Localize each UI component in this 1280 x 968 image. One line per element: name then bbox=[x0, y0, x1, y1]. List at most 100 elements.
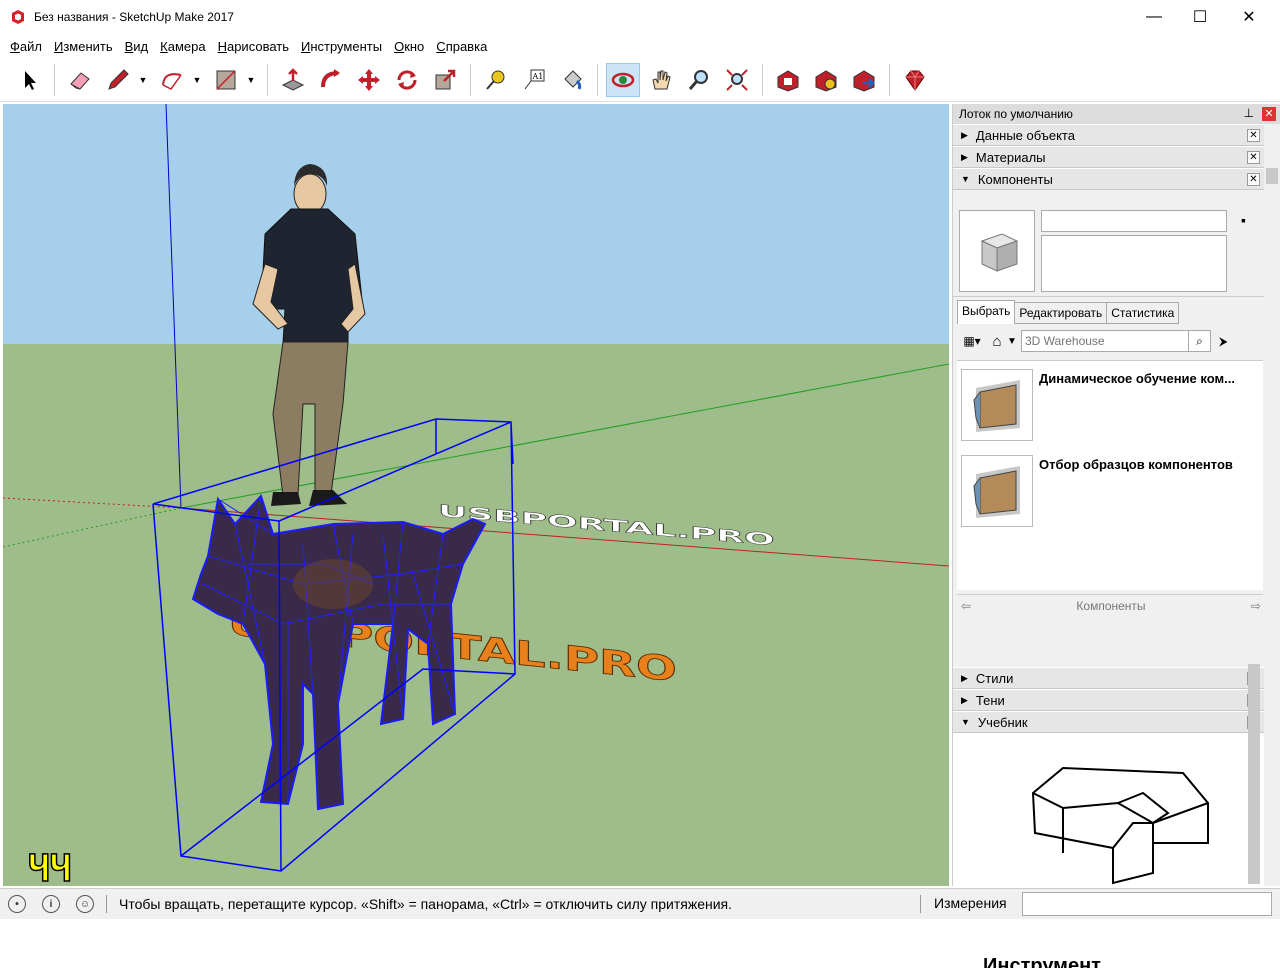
menu-draw[interactable]: Нарисовать bbox=[218, 39, 289, 54]
panel-components[interactable]: ▼ Компоненты ✕ bbox=[953, 168, 1264, 190]
select-icon bbox=[25, 70, 36, 90]
scale-tool-button[interactable] bbox=[428, 63, 462, 97]
toolbar-separator bbox=[267, 63, 268, 96]
components-nav: ⇦ Компоненты ⇨ bbox=[957, 594, 1263, 616]
user-icon[interactable]: ☺ bbox=[76, 895, 94, 913]
share-model-button[interactable] bbox=[847, 63, 881, 97]
pan-icon bbox=[652, 70, 671, 89]
home-icon[interactable]: ⌂ bbox=[987, 333, 1007, 350]
menu-tools[interactable]: Инструменты bbox=[301, 39, 382, 54]
menu-edit[interactable]: Изменить bbox=[54, 39, 113, 54]
list-item-label[interactable]: Динамическое обучение ком... bbox=[1039, 371, 1235, 386]
menu-camera[interactable]: Камера bbox=[160, 39, 205, 54]
list-item[interactable] bbox=[961, 369, 1033, 441]
folder-icon bbox=[973, 380, 1020, 432]
panel-styles[interactable]: ▶ Стили ✕ bbox=[953, 667, 1264, 689]
tab-select[interactable]: Выбрать bbox=[957, 300, 1016, 324]
scene-canvas[interactable]: USBPORTAL.PRO USBPORTAL.PRO ЧЧ bbox=[3, 104, 949, 886]
rotate-tool-button[interactable] bbox=[390, 63, 424, 97]
expanded-arrow-icon: ▼ bbox=[961, 174, 970, 184]
pencil-tool-button[interactable] bbox=[101, 63, 135, 97]
pan-tool-button[interactable] bbox=[644, 63, 678, 97]
pencil-dropdown-arrow[interactable]: ▼ bbox=[137, 63, 149, 97]
panel-instructor[interactable]: ▼ Учебник ✕ bbox=[953, 711, 1264, 733]
status-hint: Чтобы вращать, перетащите курсор. «Shift… bbox=[119, 896, 733, 912]
panel-entity-info[interactable]: ▶ Данные объекта ✕ bbox=[953, 124, 1264, 146]
ruby-console-button[interactable] bbox=[898, 63, 932, 97]
menu-bar: Файл Изменить Вид Камера Нарисовать Инст… bbox=[0, 34, 1280, 58]
search-icon[interactable]: ⌕ bbox=[1189, 330, 1211, 352]
tape-measure-tool-button[interactable] bbox=[479, 63, 513, 97]
scrollbar-thumb[interactable] bbox=[1266, 168, 1278, 184]
forward-arrow-icon[interactable]: ⇨ bbox=[1251, 599, 1263, 613]
rectangle-dropdown-arrow[interactable]: ▼ bbox=[245, 63, 257, 97]
warehouse-button[interactable] bbox=[771, 63, 805, 97]
component-details-icon[interactable]: ▪ bbox=[1241, 212, 1246, 228]
component-name-field[interactable] bbox=[1041, 210, 1227, 232]
panel-close-icon[interactable]: ✕ bbox=[1247, 129, 1260, 142]
tape-measure-icon bbox=[486, 70, 505, 90]
navigation-dropdown-icon[interactable]: ▼ bbox=[1007, 336, 1021, 347]
menu-help[interactable]: Справка bbox=[436, 39, 487, 54]
instructor-scrollbar-thumb[interactable] bbox=[1248, 664, 1260, 884]
menu-file[interactable]: Файл bbox=[10, 39, 42, 54]
paint-bucket-tool-button[interactable] bbox=[555, 63, 589, 97]
close-button[interactable]: ✕ bbox=[1226, 0, 1272, 34]
zoom-extents-tool-button[interactable] bbox=[720, 63, 754, 97]
collapsed-arrow-icon: ▶ bbox=[961, 694, 968, 705]
follow-me-tool-button[interactable] bbox=[314, 63, 348, 97]
pin-icon[interactable]: ⊥ bbox=[1244, 106, 1254, 120]
tab-edit[interactable]: Редактировать bbox=[1015, 302, 1108, 324]
expanded-arrow-icon: ▼ bbox=[961, 717, 970, 727]
pencil-icon bbox=[108, 68, 129, 90]
ruby-icon bbox=[905, 70, 925, 91]
list-item-label[interactable]: Отбор образцов компонентов bbox=[1039, 457, 1233, 472]
orbit-tool-button[interactable] bbox=[606, 62, 640, 97]
tray-scrollbar[interactable] bbox=[1264, 124, 1280, 886]
3d-viewport[interactable]: USBPORTAL.PRO USBPORTAL.PRO ЧЧ bbox=[3, 104, 949, 886]
zoom-tool-button[interactable] bbox=[682, 63, 716, 97]
components-tabs: Выбрать Редактировать Статистика bbox=[957, 300, 1180, 324]
panel-shadows[interactable]: ▶ Тени ✕ bbox=[953, 689, 1264, 711]
components-search-row: ▦▾ ⌂ ▼ ⌕ ⮞ bbox=[957, 328, 1263, 354]
panel-close-icon[interactable]: ✕ bbox=[1247, 151, 1260, 164]
details-arrow-icon[interactable]: ⮞ bbox=[1219, 334, 1239, 349]
text-tool-button[interactable]: A1 bbox=[517, 63, 551, 97]
move-tool-button[interactable] bbox=[352, 63, 386, 97]
menu-window[interactable]: Окно bbox=[394, 39, 424, 54]
warehouse-search-input[interactable] bbox=[1021, 330, 1189, 352]
toolbar-separator bbox=[889, 63, 890, 96]
tray-close-icon[interactable]: ✕ bbox=[1262, 107, 1276, 121]
extension-warehouse-button[interactable] bbox=[809, 63, 843, 97]
components-list: Динамическое обучение ком... Отбор образ… bbox=[957, 360, 1263, 590]
view-options-icon[interactable]: ▦▾ bbox=[957, 334, 987, 348]
paint-bucket-icon bbox=[564, 69, 582, 90]
main-toolbar: ▼ ▼ ▼ A1 bbox=[0, 58, 1280, 102]
geolocation-icon[interactable]: • bbox=[8, 895, 26, 913]
arc-dropdown-arrow[interactable]: ▼ bbox=[191, 63, 203, 97]
tab-statistics[interactable]: Статистика bbox=[1107, 302, 1180, 324]
tray-title: Лоток по умолчанию bbox=[959, 107, 1073, 121]
arc-tool-button[interactable] bbox=[155, 63, 189, 97]
component-description-field[interactable] bbox=[1041, 235, 1227, 292]
corner-logo: ЧЧ bbox=[28, 849, 71, 886]
list-item[interactable] bbox=[961, 455, 1033, 527]
panel-close-icon[interactable]: ✕ bbox=[1247, 173, 1260, 186]
select-tool-button[interactable] bbox=[12, 63, 46, 97]
panel-label: Материалы bbox=[975, 149, 1046, 165]
panel-materials[interactable]: ▶ Материалы ✕ bbox=[953, 146, 1264, 168]
minimize-button[interactable]: — bbox=[1131, 0, 1177, 34]
measurements-label: Измерения bbox=[934, 895, 1007, 911]
collapsed-arrow-icon: ▶ bbox=[961, 129, 968, 140]
credits-icon[interactable]: i bbox=[42, 895, 60, 913]
rectangle-tool-button[interactable] bbox=[209, 63, 243, 97]
eraser-tool-button[interactable] bbox=[63, 63, 97, 97]
measurements-input[interactable] bbox=[1022, 892, 1272, 916]
push-pull-tool-button[interactable] bbox=[276, 63, 310, 97]
maximize-button[interactable]: ☐ bbox=[1177, 0, 1223, 34]
move-icon bbox=[358, 68, 380, 91]
collapsed-arrow-icon: ▶ bbox=[961, 672, 968, 683]
back-arrow-icon[interactable]: ⇦ bbox=[957, 599, 971, 613]
sky bbox=[3, 104, 949, 344]
menu-view[interactable]: Вид bbox=[125, 39, 149, 54]
